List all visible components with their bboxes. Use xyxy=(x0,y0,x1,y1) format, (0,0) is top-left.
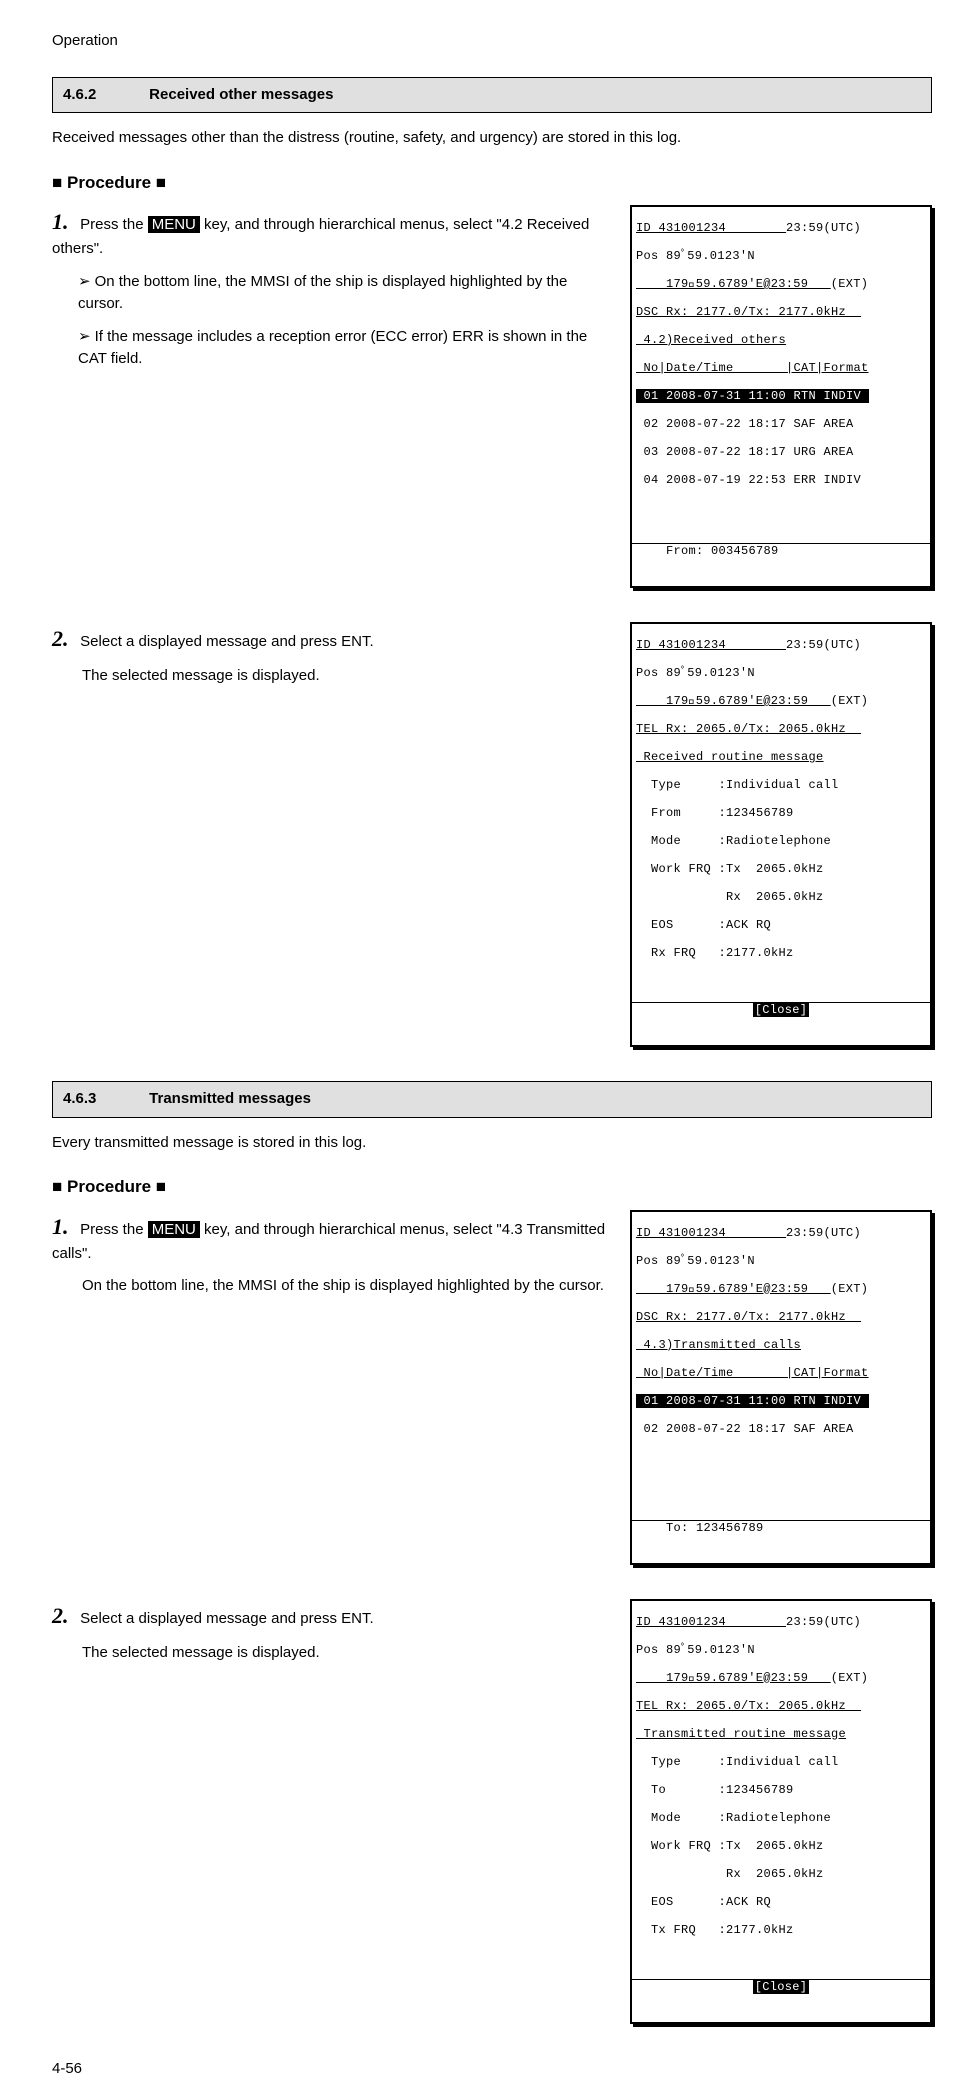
section-header-462: 4.6.2 Received other messages xyxy=(52,77,932,114)
section-number: 4.6.3 xyxy=(63,1088,145,1111)
step-462-2-sub: The selected message is displayed. xyxy=(82,665,612,688)
intro-462: Received messages other than the distres… xyxy=(52,127,932,150)
step-462-1-sub1: ➢On the bottom line, the MMSI of the shi… xyxy=(78,271,612,316)
selected-row[interactable]: 01 2008-07-31 11:00 RTN INDIV xyxy=(636,389,869,403)
menu-key: MENU xyxy=(148,1221,200,1238)
lcd-screen-received-list: ID 431001234 23:59(UTC) Pos 89ﾟ59.0123'N… xyxy=(630,205,932,588)
step-462-1: 1. Press the MENU key, and through hiera… xyxy=(52,205,612,261)
lcd-screen-transmitted-detail: ID 431001234 23:59(UTC) Pos 89ﾟ59.0123'N… xyxy=(630,1599,932,2024)
section-title: Transmitted messages xyxy=(149,1090,311,1107)
intro-463: Every transmitted message is stored in t… xyxy=(52,1132,932,1155)
section-header-463: 4.6.3 Transmitted messages xyxy=(52,1081,932,1118)
step-number-icon: 2. xyxy=(52,1599,76,1632)
close-button[interactable]: [Close] xyxy=(753,1980,810,1994)
list-item[interactable]: 02 2008-07-22 18:17 SAF AREA xyxy=(632,417,930,431)
section-title: Received other messages xyxy=(149,86,333,103)
step-463-2-sub: The selected message is displayed. xyxy=(82,1642,612,1665)
step-number-icon: 1. xyxy=(52,1210,76,1243)
list-item[interactable]: 04 2008-07-19 22:53 ERR INDIV xyxy=(632,473,930,487)
procedure-title: ■ Procedure ■ xyxy=(52,1174,932,1200)
step-number-icon: 1. xyxy=(52,205,76,238)
step-463-1-sub: On the bottom line, the MMSI of the ship… xyxy=(82,1275,612,1298)
step-463-2: 2. Select a displayed message and press … xyxy=(52,1599,612,1632)
lcd-screen-transmitted-list: ID 431001234 23:59(UTC) Pos 89ﾟ59.0123'N… xyxy=(630,1210,932,1565)
sub-text: If the message includes a reception erro… xyxy=(78,328,587,368)
step-463-1: 1. Press the MENU key, and through hiera… xyxy=(52,1210,612,1266)
step-text: Select a displayed message and press ENT… xyxy=(80,633,374,650)
menu-key: MENU xyxy=(148,216,200,233)
page-header: Operation xyxy=(52,30,932,53)
lcd-screen-received-detail: ID 431001234 23:59(UTC) Pos 89ﾟ59.0123'N… xyxy=(630,622,932,1047)
step-text: Press the xyxy=(80,1221,148,1238)
step-text: Press the xyxy=(80,216,148,233)
sub-text: On the bottom line, the MMSI of the ship… xyxy=(78,273,567,313)
step-462-1-sub2: ➢If the message includes a reception err… xyxy=(78,326,612,371)
close-button[interactable]: [Close] xyxy=(753,1003,810,1017)
page-number: 4-56 xyxy=(52,2058,932,2081)
step-462-2: 2. Select a displayed message and press … xyxy=(52,622,612,655)
chevron-right-icon: ➢ xyxy=(78,328,91,345)
section-number: 4.6.2 xyxy=(63,84,145,107)
chevron-right-icon: ➢ xyxy=(78,273,91,290)
lcd-footer: From: 003456789 xyxy=(632,543,930,558)
list-item[interactable]: 03 2008-07-22 18:17 URG AREA xyxy=(632,445,930,459)
step-text: Select a displayed message and press ENT… xyxy=(80,1610,374,1627)
list-item[interactable]: 02 2008-07-22 18:17 SAF AREA xyxy=(632,1422,930,1436)
lcd-footer: To: 123456789 xyxy=(632,1520,930,1535)
procedure-title: ■ Procedure ■ xyxy=(52,170,932,196)
selected-row[interactable]: 01 2008-07-31 11:00 RTN INDIV xyxy=(636,1394,869,1408)
step-number-icon: 2. xyxy=(52,622,76,655)
